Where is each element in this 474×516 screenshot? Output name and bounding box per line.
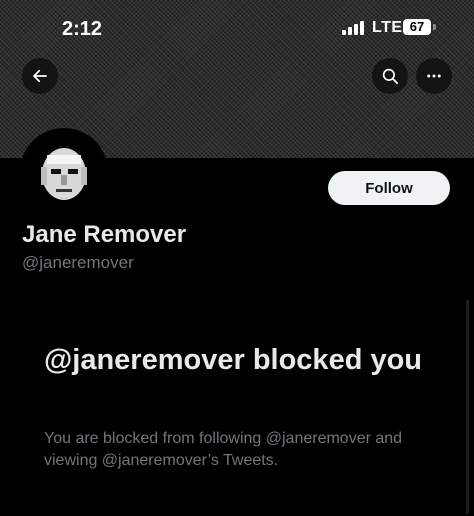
- scrollbar[interactable]: [466, 300, 469, 514]
- more-horizontal-icon: [427, 74, 441, 78]
- network-type: LTE: [372, 19, 403, 36]
- profile-handle: @janeremover: [22, 253, 134, 272]
- status-time: 2:12: [62, 18, 103, 40]
- blocked-description: You are blocked from following @janeremo…: [44, 430, 403, 469]
- battery-level: 67: [409, 19, 425, 34]
- battery-icon: 67: [403, 19, 431, 35]
- arrow-left-icon: [33, 69, 47, 83]
- search-button[interactable]: [372, 58, 408, 94]
- search-icon: [382, 68, 399, 85]
- battery-tip: [433, 24, 436, 30]
- profile-avatar[interactable]: [20, 128, 108, 216]
- avatar-face-image: [23, 131, 105, 213]
- status-bar: 2:12 LTE 67: [0, 0, 474, 56]
- more-button[interactable]: [416, 58, 452, 94]
- follow-button[interactable]: Follow: [328, 171, 450, 205]
- back-button[interactable]: [22, 58, 58, 94]
- cellular-signal-icon: [342, 21, 366, 35]
- blocked-title: @janeremover blocked you: [44, 344, 423, 376]
- profile-display-name: Jane Remover: [22, 221, 187, 248]
